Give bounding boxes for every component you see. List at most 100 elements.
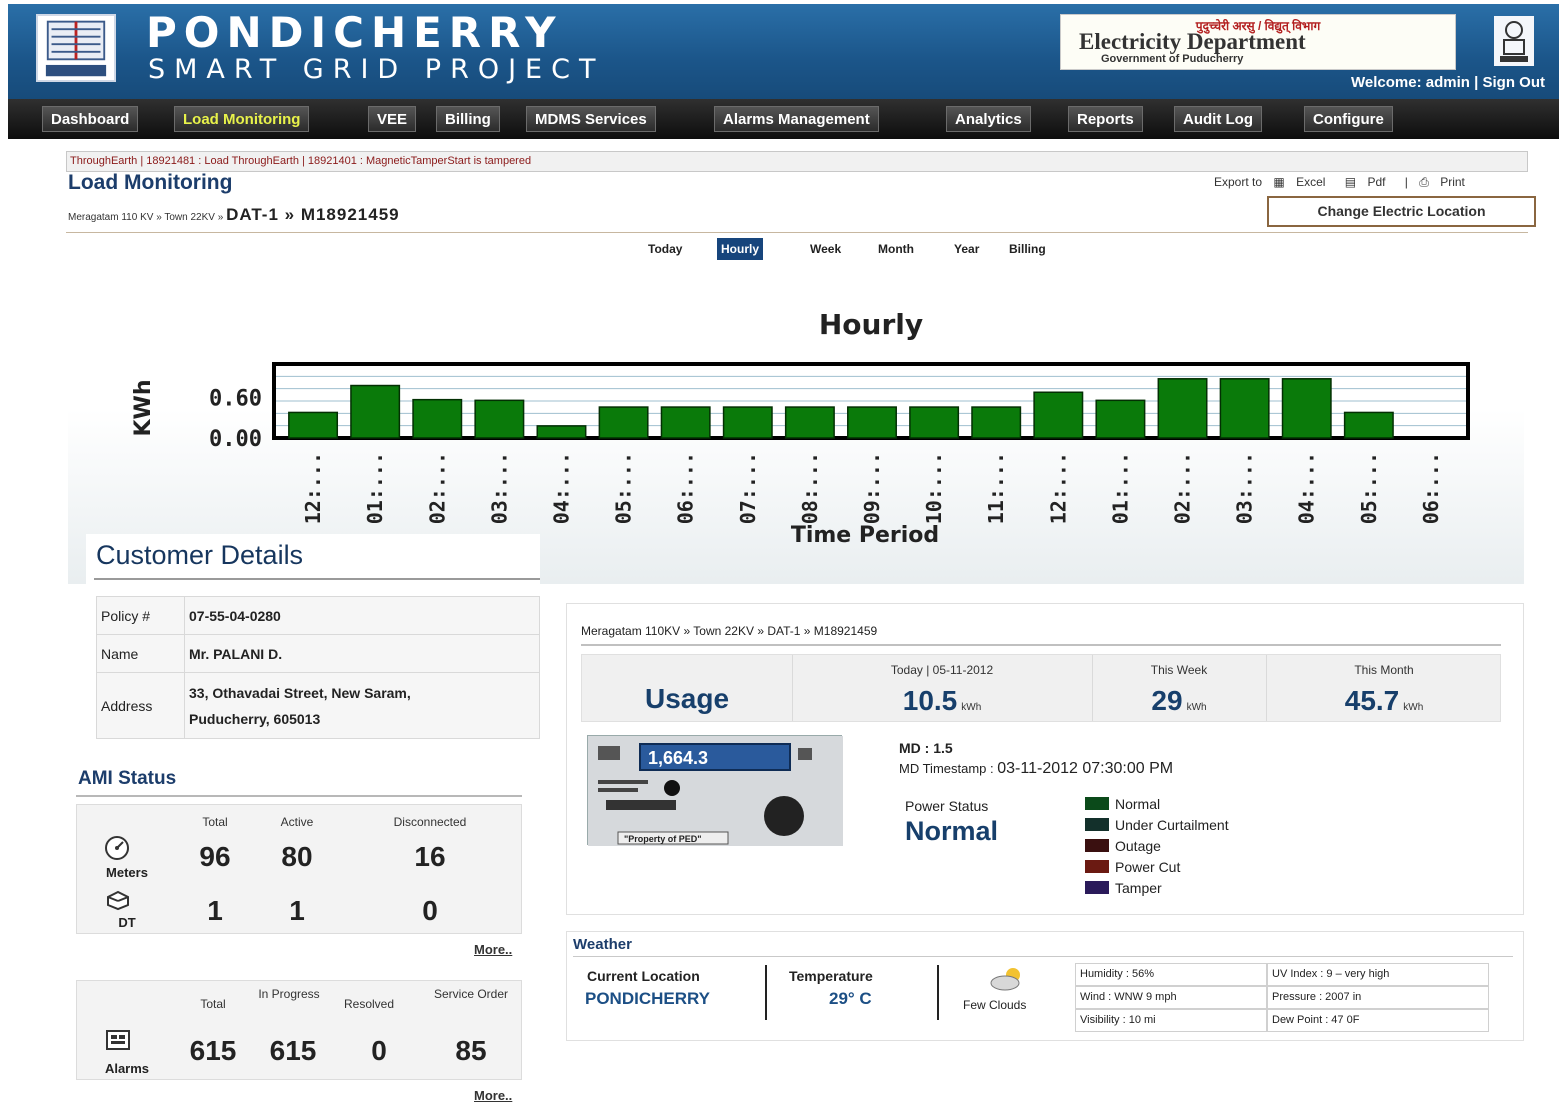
- chart-bar: [971, 406, 1022, 439]
- customer-table: Policy # 07-55-04-0280 Name Mr. PALANI D…: [96, 596, 540, 739]
- export-label: Export to: [1214, 175, 1263, 189]
- alarms-resolved[interactable]: 0: [337, 1035, 421, 1067]
- weather-separator: [937, 965, 939, 1020]
- name-value: Mr. PALANI D.: [184, 634, 540, 673]
- alarms-label: Alarms: [104, 1061, 150, 1076]
- nav-configure[interactable]: Configure: [1304, 106, 1393, 132]
- chart-bar: [660, 406, 711, 439]
- dt-total[interactable]: 1: [177, 895, 253, 927]
- chart-bar: [722, 406, 773, 439]
- alarms-in-progress[interactable]: 615: [253, 1035, 333, 1067]
- chart-bar: [412, 398, 463, 439]
- dt-active[interactable]: 1: [257, 895, 337, 927]
- legend-swatch: [1085, 839, 1109, 852]
- project-title: PONDICHERRY: [146, 8, 563, 57]
- ami-more-link[interactable]: More..: [474, 942, 512, 957]
- legend-swatch: [1085, 860, 1109, 873]
- meters-total[interactable]: 96: [177, 841, 253, 873]
- nav-reports[interactable]: Reports: [1068, 106, 1143, 132]
- print-button[interactable]: ⎙ Print: [1419, 175, 1473, 189]
- nav-alarms-management[interactable]: Alarms Management: [714, 106, 879, 132]
- visibility: Visibility : 10 mi: [1075, 1009, 1267, 1032]
- change-electric-location-button[interactable]: Change Electric Location: [1267, 196, 1536, 227]
- x-tick-label: 03:...: [1233, 452, 1257, 524]
- export-pdf-label: Pdf: [1367, 175, 1386, 189]
- chart-bar: [288, 411, 339, 439]
- alarms-more-link[interactable]: More..: [474, 1088, 512, 1103]
- nav-dashboard[interactable]: Dashboard: [42, 106, 139, 132]
- national-emblem-icon: [1494, 16, 1534, 66]
- export-pdf[interactable]: ▤ Pdf: [1345, 175, 1394, 189]
- nav-analytics[interactable]: Analytics: [946, 106, 1031, 132]
- tab-year[interactable]: Year: [950, 238, 983, 260]
- alarms-total[interactable]: 615: [177, 1035, 249, 1067]
- x-tick-label: 07:...: [736, 452, 760, 524]
- alert-ticker[interactable]: ThroughEarth | 18921481 : Load ThroughEa…: [66, 151, 1528, 172]
- welcome-text: Welcome: admin: [1351, 74, 1470, 91]
- pressure: Pressure : 2007 in: [1267, 986, 1489, 1009]
- excel-icon: ▦: [1273, 175, 1285, 189]
- dt-label: DT: [118, 915, 136, 930]
- policy-label: Policy #: [96, 596, 185, 635]
- tab-hourly[interactable]: Hourly: [717, 238, 764, 260]
- welcome-separator: |: [1474, 74, 1479, 91]
- breadcrumb-meter: DAT-1 » M18921459: [226, 205, 400, 224]
- meter-reading: 1,664.3: [648, 748, 708, 768]
- legend-under-curtailment: Under Curtailment: [1085, 817, 1229, 833]
- y-tick-label: 0.00: [209, 427, 262, 452]
- breadcrumb-path: Meragatam 110 KV » Town 22KV »: [68, 212, 224, 223]
- usage-month: 45.7 kWh: [1266, 685, 1502, 717]
- sign-out-link[interactable]: Sign Out: [1483, 74, 1546, 91]
- ami-meters-grid: Total Active Disconnected Meters 96 80 1…: [76, 804, 522, 934]
- uv-index: UV Index : 9 – very high: [1267, 963, 1489, 986]
- wind: Wind : WNW 9 mph: [1075, 986, 1267, 1009]
- legend-label: Tamper: [1115, 880, 1162, 896]
- cloud-icon: [989, 966, 1025, 997]
- nav-audit-log[interactable]: Audit Log: [1174, 106, 1262, 132]
- export-separator: |: [1404, 175, 1408, 189]
- meter-usage-panel: Meragatam 110KV » Town 22KV » DAT-1 » M1…: [566, 603, 1524, 915]
- x-tick-label: 06:...: [1419, 452, 1443, 524]
- power-status-label: Power Status: [905, 798, 989, 814]
- chart-bar: [350, 384, 401, 439]
- meter-property-label: "Property of PED": [624, 834, 702, 844]
- project-subtitle: SMART GRID PROJECT: [148, 54, 605, 85]
- usage-week-value: 29: [1151, 685, 1183, 716]
- dt-disconnected[interactable]: 0: [343, 895, 517, 927]
- meter-divider: [581, 644, 1501, 646]
- usage-week-header: This Week: [1150, 663, 1208, 677]
- nav-mdms-services[interactable]: MDMS Services: [526, 106, 656, 132]
- x-tick-label: 09:...: [860, 452, 884, 524]
- dept-government: Government of Puducherry: [1101, 53, 1244, 65]
- meters-disconnected[interactable]: 16: [343, 841, 517, 873]
- usage-month-header: This Month: [1354, 663, 1414, 677]
- nav-vee[interactable]: VEE: [368, 106, 417, 132]
- customer-row-name: Name Mr. PALANI D.: [96, 634, 540, 673]
- export-excel[interactable]: ▦ Excel: [1273, 175, 1333, 189]
- print-icon: ⎙: [1419, 175, 1429, 189]
- legend-label: Outage: [1115, 838, 1161, 854]
- nav-load-monitoring[interactable]: Load Monitoring: [174, 106, 310, 132]
- usage-today-value: 10.5: [902, 685, 958, 716]
- tab-month[interactable]: Month: [874, 238, 918, 260]
- chart-bar: [536, 425, 587, 439]
- main-navigation: Dashboard Load Monitoring VEE Billing MD…: [8, 99, 1559, 139]
- chart-bar: [1281, 378, 1332, 439]
- legend-label: Under Curtailment: [1115, 817, 1229, 833]
- meters-active[interactable]: 80: [257, 841, 337, 873]
- title-divider: [66, 232, 1528, 233]
- weather-divider: [573, 956, 1513, 957]
- tab-week[interactable]: Week: [806, 238, 845, 260]
- name-label: Name: [96, 634, 185, 673]
- chart-title: Hourly: [819, 308, 923, 341]
- meters-label: Meters: [106, 865, 148, 880]
- nav-billing[interactable]: Billing: [436, 106, 500, 132]
- usage-week-unit: kWh: [1186, 702, 1207, 713]
- tab-billing[interactable]: Billing: [1005, 238, 1050, 260]
- ami-header-disconnected: Disconnected: [393, 815, 467, 829]
- usage-week: 29 kWh: [1092, 685, 1266, 717]
- x-tick-label: 05:...: [612, 452, 636, 524]
- export-excel-label: Excel: [1296, 175, 1326, 189]
- tab-today[interactable]: Today: [644, 238, 686, 260]
- alarms-service-order[interactable]: 85: [427, 1035, 515, 1067]
